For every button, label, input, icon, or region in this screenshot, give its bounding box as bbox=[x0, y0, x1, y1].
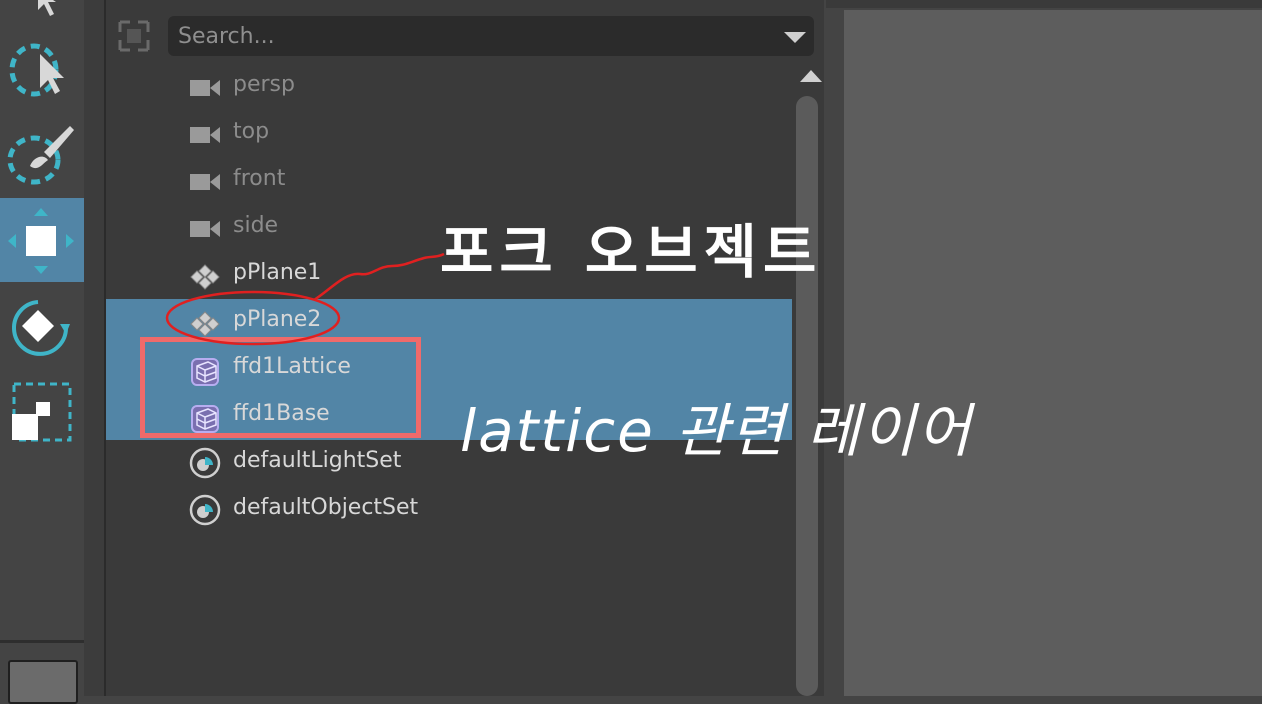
outliner-item-label: side bbox=[233, 213, 279, 238]
camera-icon bbox=[188, 168, 222, 196]
scale-tool[interactable] bbox=[0, 370, 84, 454]
camera-icon bbox=[188, 74, 222, 102]
outliner-item-label: pPlane2 bbox=[233, 307, 322, 332]
layout-preset-icon[interactable] bbox=[8, 660, 78, 704]
outliner-item-label: persp bbox=[233, 72, 295, 97]
search-input[interactable] bbox=[168, 16, 814, 56]
outliner-item[interactable]: defaultObjectSet bbox=[106, 487, 792, 534]
lattice-layers-annotation: lattice 관련 레이어 bbox=[460, 397, 973, 465]
rotate-tool-icon bbox=[12, 300, 70, 356]
fork-object-annotation: 포크 오브젝트 bbox=[440, 218, 823, 286]
outliner-item-label: defaultLightSet bbox=[233, 448, 402, 473]
scale-tool-icon bbox=[12, 382, 72, 442]
filter-icon[interactable] bbox=[116, 18, 152, 54]
lasso-tool-icon bbox=[9, 43, 64, 97]
scrollbar[interactable] bbox=[796, 64, 822, 696]
outliner-item-label: defaultObjectSet bbox=[233, 495, 419, 520]
attribute-panel bbox=[826, 0, 1262, 696]
camera-icon bbox=[188, 215, 222, 243]
rotate-tool[interactable] bbox=[0, 284, 84, 368]
mesh-icon bbox=[188, 262, 222, 290]
outliner-item[interactable]: front bbox=[106, 158, 792, 205]
move-tool-icon bbox=[8, 208, 74, 274]
outliner-item-label: pPlane1 bbox=[233, 260, 322, 285]
attribute-panel-body bbox=[844, 10, 1262, 696]
move-tool[interactable] bbox=[0, 198, 84, 282]
camera-icon bbox=[188, 121, 222, 149]
mesh-icon bbox=[188, 309, 222, 337]
outliner-item-label: top bbox=[233, 119, 270, 144]
outliner-item-label: front bbox=[233, 166, 286, 191]
paint-select-tool[interactable] bbox=[0, 112, 84, 196]
outliner-item[interactable]: persp bbox=[106, 64, 792, 111]
tool-box bbox=[0, 0, 84, 704]
toolbar-divider bbox=[0, 640, 84, 643]
lasso-tool[interactable] bbox=[0, 30, 84, 114]
lattice-highlight-box bbox=[140, 337, 421, 438]
outliner-item[interactable]: top bbox=[106, 111, 792, 158]
set-icon bbox=[188, 493, 222, 526]
scroll-up-icon[interactable] bbox=[800, 70, 822, 82]
search-row bbox=[106, 12, 824, 60]
paint-select-tool-icon bbox=[7, 126, 74, 185]
set-icon bbox=[188, 446, 222, 479]
right-panel-tabs bbox=[826, 0, 1262, 8]
panel-splitter[interactable] bbox=[84, 0, 106, 696]
chevron-down-icon[interactable] bbox=[784, 32, 806, 43]
